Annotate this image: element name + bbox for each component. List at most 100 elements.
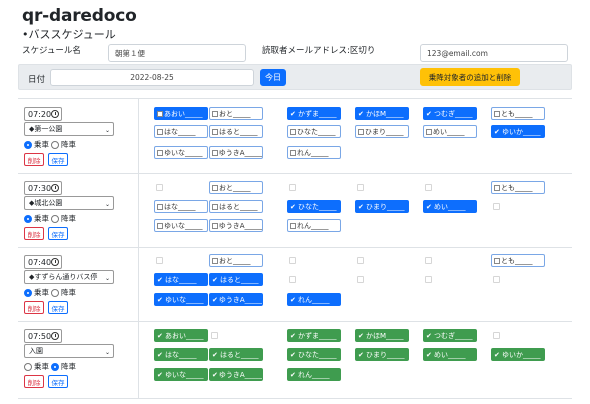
rider-chip[interactable]: ✔ つむぎ_____ (423, 107, 477, 120)
rider-chip[interactable]: ゆいな_____ (154, 219, 208, 232)
schedule-name-input[interactable]: 朝第１便 (108, 44, 246, 62)
disabled-checkbox (425, 257, 432, 264)
check-icon: ✔ (290, 109, 296, 118)
delete-button[interactable]: 削除 (24, 153, 44, 166)
rider-chip[interactable]: おと_____ (209, 254, 263, 267)
board-radio[interactable] (24, 362, 32, 371)
rider-chip[interactable]: ✔ ゆいか_____ (491, 125, 545, 138)
rider-chip[interactable]: ゆいな_____ (154, 146, 208, 159)
rider-chip[interactable]: ゆうきA_____ (209, 219, 263, 232)
rider-chip-label: ゆいか_____ (502, 350, 541, 359)
rider-chip[interactable]: ✔ ひなた_____ (287, 200, 341, 213)
rider-chip[interactable]: とも_____ (491, 181, 545, 194)
rider-chip[interactable]: ✔ ゆうきA_____ (209, 368, 263, 381)
board-radio[interactable] (24, 140, 32, 149)
check-icon: ✔ (290, 202, 296, 211)
stop-select[interactable]: ◆第一公園 ⌄ (24, 122, 114, 136)
save-button[interactable]: 保存 (48, 227, 68, 240)
rider-chip[interactable]: ✔ つむぎ_____ (423, 329, 477, 342)
rider-chip-label: かほM_____ (366, 109, 404, 118)
rider-chip[interactable]: はな_____ (154, 200, 208, 213)
rider-chip[interactable]: ゆうきA_____ (209, 146, 263, 159)
rider-chip[interactable]: ✔ れん_____ (287, 368, 341, 381)
rider-chip-label: ひなた_____ (298, 350, 337, 359)
email-input[interactable]: 123@email.com (420, 44, 568, 62)
board-radio[interactable] (24, 288, 32, 297)
delete-button[interactable]: 削除 (24, 301, 44, 314)
save-button[interactable]: 保存 (48, 301, 68, 314)
rider-chip-label: ゆうきA_____ (218, 370, 263, 379)
check-icon: ✔ (157, 350, 163, 359)
checkbox-icon (157, 128, 163, 135)
rider-chip[interactable]: ✔ かずま_____ (287, 107, 341, 120)
alight-radio[interactable] (51, 140, 59, 149)
rider-chip[interactable]: ひまり_____ (355, 125, 409, 138)
stop-select[interactable]: ◆すずらん通りバス停 ⌄ (24, 270, 114, 284)
checkbox-icon (290, 128, 296, 135)
rider-chip[interactable]: ✔ ゆいな_____ (154, 293, 208, 306)
rider-chip-label: めい_____ (434, 350, 466, 359)
save-button[interactable]: 保存 (48, 375, 68, 388)
checkbox-icon (426, 128, 432, 135)
rider-chip-label: れん_____ (298, 370, 330, 379)
rider-chip[interactable]: とも_____ (491, 254, 545, 267)
disabled-checkbox (357, 184, 364, 191)
save-button[interactable]: 保存 (48, 153, 68, 166)
rider-chip[interactable]: ✔ れん_____ (287, 293, 341, 306)
rider-chip[interactable]: ✔ はな_____ (154, 273, 208, 286)
rider-chip[interactable]: はると_____ (209, 200, 263, 213)
rider-chip[interactable]: おと_____ (209, 181, 263, 194)
rider-chip[interactable]: ✔ はると_____ (209, 273, 263, 286)
checkbox-icon (494, 184, 500, 191)
rider-chip-label: れん_____ (298, 295, 330, 304)
time-input[interactable]: 07:50 (24, 329, 62, 343)
rider-chip-label: とも_____ (501, 256, 533, 265)
rider-chip[interactable]: ✔ あおい_____ (154, 329, 208, 342)
rider-chip[interactable]: はな_____ (154, 125, 208, 138)
disabled-checkbox (425, 184, 432, 191)
rider-chip[interactable]: ✔ ゆいか_____ (491, 348, 545, 361)
rider-chip[interactable]: ✔ ひなた_____ (287, 348, 341, 361)
manage-riders-button[interactable]: 乗降対象者の追加と削除 (420, 68, 520, 86)
stop-select[interactable]: 入園 ⌄ (24, 344, 114, 358)
rider-chip[interactable]: はると_____ (209, 125, 263, 138)
rider-chip[interactable]: ✔ かほM_____ (355, 329, 409, 342)
rider-chip[interactable]: ✔ ひまり_____ (355, 200, 409, 213)
delete-button[interactable]: 削除 (24, 375, 44, 388)
rider-chip[interactable]: れん_____ (287, 219, 341, 232)
rider-chip[interactable]: ✔ かほM_____ (355, 107, 409, 120)
delete-button[interactable]: 削除 (24, 227, 44, 240)
alight-radio[interactable] (51, 362, 59, 371)
time-input[interactable]: 07:30 (24, 181, 62, 195)
rider-chip[interactable]: ✔ ゆうきA_____ (209, 293, 263, 306)
rider-chip[interactable]: ✔ かずま_____ (287, 329, 341, 342)
stop-select[interactable]: ◆城北公園 ⌄ (24, 196, 114, 210)
rider-chip[interactable]: あおい_____ (154, 107, 208, 120)
row-divider (18, 398, 572, 399)
rider-chip[interactable]: ✔ めい_____ (423, 200, 477, 213)
rider-chip[interactable]: おと_____ (209, 107, 263, 120)
rider-chip[interactable]: めい_____ (423, 125, 477, 138)
rider-chip[interactable]: とも_____ (491, 107, 545, 120)
board-radio[interactable] (24, 214, 32, 223)
disabled-checkbox (493, 332, 500, 339)
schedule-name-label: スケジュール名 (22, 46, 81, 56)
check-icon: ✔ (426, 350, 432, 359)
rider-chip[interactable]: ✔ ゆいな_____ (154, 368, 208, 381)
alight-radio[interactable] (51, 288, 59, 297)
date-input[interactable]: 2022-08-25 (50, 69, 254, 86)
rider-chip[interactable]: ✔ はると_____ (209, 348, 263, 361)
stop-select-value: ◆城北公園 (29, 199, 63, 207)
rider-chip[interactable]: ✔ はな_____ (154, 348, 208, 361)
time-input[interactable]: 07:20 (24, 107, 62, 121)
time-input[interactable]: 07:40 (24, 255, 62, 269)
today-button[interactable]: 今日 (260, 69, 286, 86)
chevron-down-icon: ⌄ (104, 349, 110, 356)
rider-chip[interactable]: ✔ めい_____ (423, 348, 477, 361)
rider-chip[interactable]: ひなた_____ (287, 125, 341, 138)
alight-radio[interactable] (51, 214, 59, 223)
rider-chip[interactable]: ✔ ひまり_____ (355, 348, 409, 361)
rider-chip[interactable]: れん_____ (287, 146, 341, 159)
rider-chip-label: れん_____ (297, 221, 329, 230)
checkbox-icon (290, 222, 296, 229)
